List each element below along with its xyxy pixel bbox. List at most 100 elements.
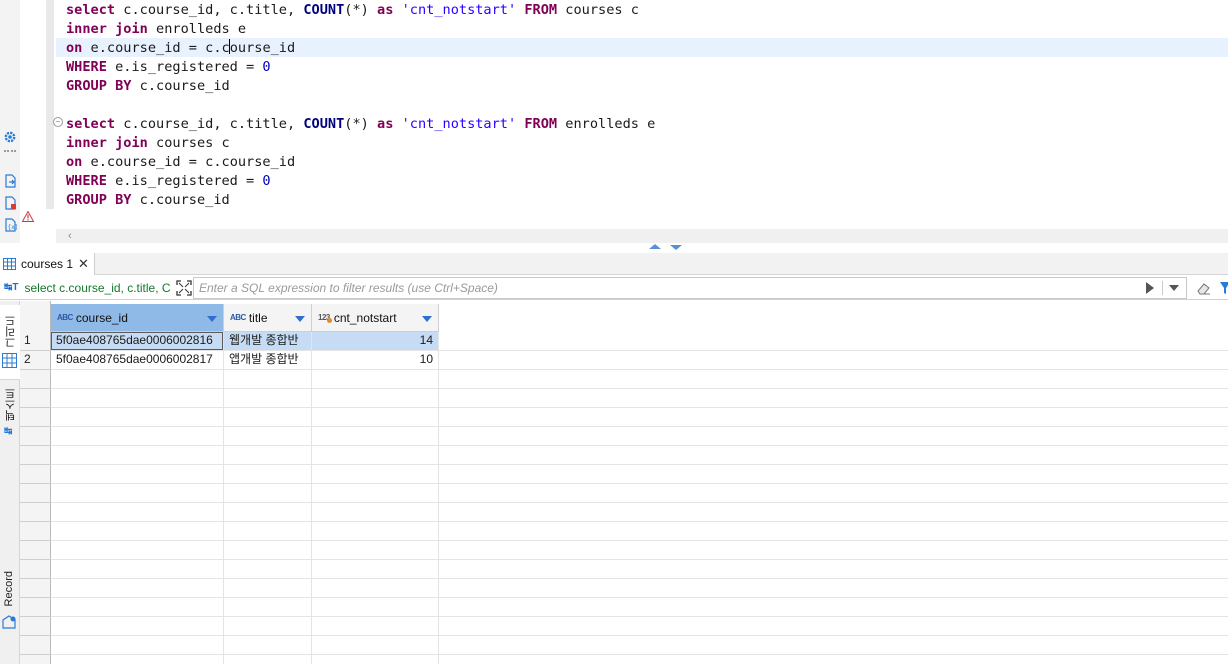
column-divider <box>311 332 312 664</box>
row-divider <box>20 407 1228 408</box>
tab-text-view[interactable]: 텍스트 ↹ <box>0 386 20 446</box>
column-menu-icon[interactable] <box>422 316 432 322</box>
code-line[interactable]: GROUP BY c.course_id <box>66 77 230 96</box>
row-divider <box>20 521 1228 522</box>
svg-text:{x}: {x} <box>8 224 18 231</box>
code-line[interactable]: GROUP BY c.course_id <box>66 191 230 210</box>
row-number-divider <box>20 407 51 408</box>
column-menu-icon[interactable] <box>207 316 217 322</box>
script-error-icon[interactable] <box>2 195 18 211</box>
row-number-divider <box>20 369 51 370</box>
column-divider <box>438 332 439 664</box>
table-grid-icon <box>3 258 16 273</box>
row-divider <box>20 388 1228 389</box>
tab-courses-1[interactable]: courses 1 ✕ <box>0 253 95 275</box>
apply-filter-button[interactable] <box>1146 282 1154 294</box>
row-divider <box>20 483 1228 484</box>
variables-icon[interactable]: {x} <box>2 217 18 233</box>
cell-course-id[interactable]: 5f0ae408765dae0006002817 <box>56 350 222 369</box>
side-tab-label: 그리드 <box>5 315 17 348</box>
column-header-course-id[interactable]: ABC course_id <box>51 304 224 332</box>
filter-input[interactable] <box>194 278 1140 298</box>
view-side-tabs: 그리드 텍스트 ↹ Record <box>0 301 20 664</box>
column-label: course_id <box>75 310 128 325</box>
column-header-title[interactable]: ABC title <box>224 304 312 332</box>
results-tab-bar: courses 1 ✕ <box>0 253 1228 275</box>
query-preview[interactable]: ↹T select c.course_id, c.title, C <box>4 276 171 300</box>
tab-grid-view[interactable]: 그리드 <box>0 305 20 380</box>
row-number-divider <box>20 445 51 446</box>
filter-bar: ↹T select c.course_id, c.title, C <box>0 276 1228 300</box>
row-number-divider <box>20 483 51 484</box>
code-line[interactable]: inner join courses c <box>66 134 230 153</box>
funnel-icon[interactable] <box>1220 280 1228 299</box>
fold-toggle-icon[interactable]: − <box>53 117 63 127</box>
code-line[interactable]: inner join enrolleds e <box>66 20 246 39</box>
row-number-divider <box>20 616 51 617</box>
code-line[interactable]: select c.course_id, c.title, COUNT(*) as… <box>66 115 655 134</box>
text-type-icon: ABC <box>230 313 246 322</box>
separator-dots <box>4 150 16 158</box>
row-number-divider <box>20 388 51 389</box>
side-tab-label: Record <box>3 571 15 607</box>
query-preview-text: select c.course_id, c.title, C <box>24 281 171 295</box>
column-label: cnt_notstart <box>333 310 397 325</box>
row-divider <box>20 369 1228 370</box>
filter-history-dropdown[interactable] <box>1162 281 1186 295</box>
cell-cnt-notstart[interactable]: 14 <box>316 331 433 350</box>
code-line[interactable]: WHERE e.is_registered = 0 <box>66 58 271 77</box>
expand-icon[interactable] <box>176 280 192 296</box>
row-divider <box>20 597 1228 598</box>
row-number[interactable]: 2 <box>24 350 48 369</box>
cell-course-id[interactable]: 5f0ae408765dae0006002816 <box>56 331 222 350</box>
maximize-results-icon[interactable] <box>670 245 682 250</box>
cell-cnt-notstart[interactable]: 10 <box>316 350 433 369</box>
record-view-icon <box>2 615 17 632</box>
row-number-divider <box>20 635 51 636</box>
row-number-divider <box>20 597 51 598</box>
horizontal-scrollbar[interactable]: ‹ <box>56 229 1228 243</box>
editor-gutter <box>46 0 54 209</box>
row-number-divider <box>20 559 51 560</box>
column-menu-icon[interactable] <box>295 316 305 322</box>
close-icon[interactable]: ✕ <box>78 257 89 270</box>
editor-margin <box>20 0 36 230</box>
text-view-icon: ↹ <box>4 426 13 437</box>
code-line[interactable]: WHERE e.is_registered = 0 <box>66 172 271 191</box>
sql-editor[interactable]: {x} select c.course_id, c.title, COUNT(*… <box>0 0 1228 247</box>
tab-record-view[interactable]: Record <box>0 569 20 639</box>
row-divider <box>20 426 1228 427</box>
row-number[interactable]: 1 <box>24 331 48 350</box>
column-header-cnt-notstart[interactable]: 123 cnt_notstart <box>312 304 439 332</box>
sql-query-icon: ↹T <box>4 282 19 293</box>
code-line[interactable]: on e.course_id = c.course_id <box>66 153 295 172</box>
results-grid[interactable]: ABC course_id ABC title 123 cnt_notstart… <box>20 301 1228 664</box>
code-line[interactable]: select c.course_id, c.title, COUNT(*) as… <box>66 1 639 20</box>
row-divider <box>20 502 1228 503</box>
editor-toolstrip: {x} <box>0 0 20 247</box>
warning-icon <box>21 210 35 225</box>
text-type-icon: ABC <box>57 313 73 322</box>
row-number-divider <box>20 578 51 579</box>
row-divider <box>20 559 1228 560</box>
tab-label: courses 1 <box>21 257 74 271</box>
cell-title[interactable]: 웹개발 종합반 <box>229 331 309 350</box>
row-divider <box>20 635 1228 636</box>
row-divider <box>20 445 1228 446</box>
row-number-divider <box>20 502 51 503</box>
grid-view-icon <box>2 353 17 371</box>
code-line[interactable]: on e.course_id = c.course_id <box>66 39 295 58</box>
row-number-divider <box>20 426 51 427</box>
cell-title[interactable]: 앱개발 종합반 <box>229 350 309 369</box>
row-divider <box>20 540 1228 541</box>
eraser-icon[interactable] <box>1196 280 1212 299</box>
maximize-editor-icon[interactable] <box>649 244 661 249</box>
export-icon[interactable] <box>2 173 18 189</box>
column-label: title <box>248 310 268 325</box>
side-tab-label: 텍스트 <box>5 388 17 421</box>
scroll-left-icon[interactable]: ‹ <box>68 229 72 243</box>
row-number-divider <box>20 540 51 541</box>
gear-icon[interactable] <box>2 129 18 145</box>
panel-splitter[interactable] <box>0 243 1228 253</box>
row-number-divider <box>20 654 51 655</box>
